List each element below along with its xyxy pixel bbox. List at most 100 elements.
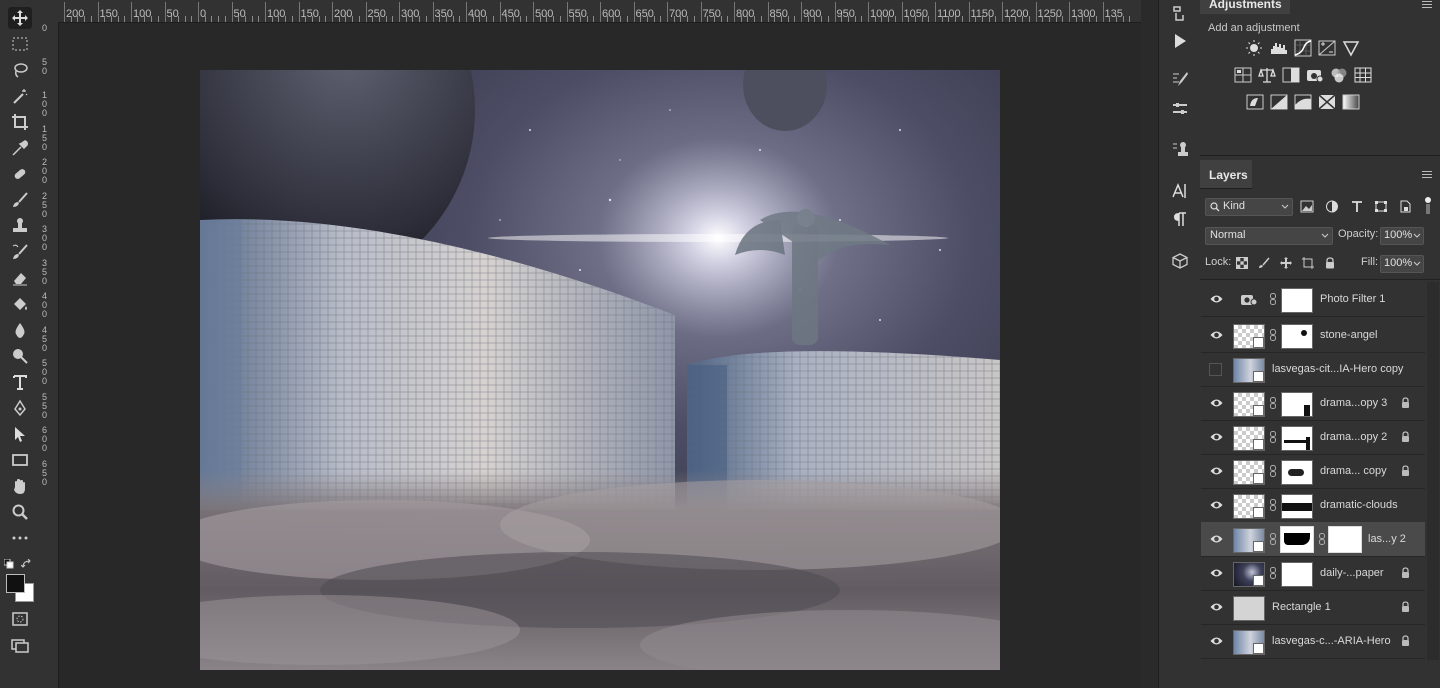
visibility-eye-icon[interactable] bbox=[1210, 499, 1223, 511]
fill-field[interactable]: 100% bbox=[1380, 255, 1424, 273]
layer-thumbnail[interactable] bbox=[1233, 460, 1265, 485]
hand-icon[interactable] bbox=[8, 475, 32, 497]
eraser-icon[interactable] bbox=[8, 267, 32, 289]
history-brush-icon[interactable] bbox=[8, 241, 32, 263]
curves-icon[interactable] bbox=[1294, 39, 1312, 57]
move-icon[interactable] bbox=[8, 7, 32, 29]
filter-adjustment-icon[interactable] bbox=[1325, 200, 1339, 213]
filter-type-icon[interactable] bbox=[1350, 200, 1364, 213]
crop-icon[interactable] bbox=[8, 111, 32, 133]
visibility-toggle-off[interactable] bbox=[1209, 363, 1222, 376]
layer-mask-thumbnail[interactable] bbox=[1281, 460, 1313, 485]
selective-color-icon[interactable] bbox=[1318, 93, 1336, 111]
link-icon[interactable] bbox=[1319, 533, 1325, 545]
layer-thumbnail[interactable] bbox=[1233, 426, 1265, 451]
lock-all-icon[interactable] bbox=[1324, 256, 1336, 269]
layer-mask-thumbnail[interactable] bbox=[1281, 494, 1313, 519]
eyedropper-icon[interactable] bbox=[8, 137, 32, 159]
zoom-icon[interactable] bbox=[8, 501, 32, 523]
paragraph-icon[interactable] bbox=[1169, 208, 1191, 230]
invert-icon[interactable] bbox=[1246, 93, 1264, 111]
link-icon[interactable] bbox=[1270, 533, 1276, 545]
filter-shape-icon[interactable] bbox=[1374, 200, 1388, 213]
blend-mode-select[interactable]: Normal bbox=[1205, 227, 1333, 245]
opacity-field[interactable]: 100% bbox=[1380, 227, 1424, 245]
layers-menu-icon[interactable] bbox=[1422, 171, 1432, 179]
visibility-eye-icon[interactable] bbox=[1210, 635, 1223, 647]
link-icon[interactable] bbox=[1270, 431, 1276, 443]
layer-row[interactable]: Rectangle 1 bbox=[1201, 590, 1425, 625]
properties-icon[interactable] bbox=[1169, 98, 1191, 120]
filter-smart-object-icon[interactable] bbox=[1398, 200, 1412, 213]
chevron-down-icon[interactable] bbox=[1413, 261, 1421, 267]
layer-mask-thumbnail[interactable] bbox=[1280, 526, 1314, 553]
posterize-icon[interactable] bbox=[1270, 93, 1288, 111]
layer-row[interactable]: drama...opy 2 bbox=[1201, 420, 1425, 455]
layer-row[interactable]: daily-...paper bbox=[1201, 556, 1425, 591]
filter-toggle[interactable] bbox=[1424, 196, 1432, 214]
layer-mask-thumbnail[interactable] bbox=[1281, 426, 1313, 451]
brush-icon[interactable] bbox=[8, 189, 32, 211]
quick-mask-icon[interactable] bbox=[8, 608, 32, 630]
dodge-icon[interactable] bbox=[8, 345, 32, 367]
more-tools-icon[interactable] bbox=[8, 527, 32, 549]
link-icon[interactable] bbox=[1270, 329, 1276, 341]
pen-icon[interactable] bbox=[8, 397, 32, 419]
layer-thumbnail[interactable] bbox=[1233, 528, 1265, 553]
color-lookup-icon[interactable] bbox=[1354, 66, 1372, 84]
hue-saturation-icon[interactable] bbox=[1234, 66, 1252, 84]
layer-row[interactable]: lasvegas-cit...IA-Hero copy bbox=[1201, 352, 1425, 387]
lock-image-pixels-icon[interactable] bbox=[1258, 256, 1270, 268]
document-canvas[interactable] bbox=[200, 70, 1000, 670]
photo-filter-icon[interactable] bbox=[1306, 66, 1324, 84]
vector-mask-thumbnail[interactable] bbox=[1328, 526, 1362, 553]
visibility-eye-icon[interactable] bbox=[1210, 601, 1223, 613]
layers-scrollbar[interactable] bbox=[1427, 282, 1439, 660]
healing-brush-icon[interactable] bbox=[8, 163, 32, 185]
lock-artboard-icon[interactable] bbox=[1302, 256, 1314, 269]
layer-thumbnail[interactable] bbox=[1233, 324, 1265, 349]
layer-row[interactable]: stone-angel bbox=[1201, 318, 1425, 353]
play-actions-icon[interactable] bbox=[1169, 30, 1191, 52]
link-icon[interactable] bbox=[1270, 293, 1276, 305]
chevron-down-icon[interactable] bbox=[1413, 233, 1421, 239]
layer-thumbnail[interactable] bbox=[1233, 494, 1265, 519]
type-icon[interactable] bbox=[8, 371, 32, 393]
layer-row-selected[interactable]: las...y 2 bbox=[1201, 522, 1425, 557]
3d-icon[interactable] bbox=[1169, 250, 1191, 272]
layer-row[interactable]: drama... copy bbox=[1201, 454, 1425, 489]
layer-row[interactable]: Photo Filter 1 bbox=[1201, 282, 1425, 317]
gradient-map-icon[interactable] bbox=[1342, 93, 1360, 111]
filter-pixel-icon[interactable] bbox=[1300, 200, 1314, 213]
link-icon[interactable] bbox=[1270, 397, 1276, 409]
visibility-eye-icon[interactable] bbox=[1210, 397, 1223, 409]
swap-colors-icon[interactable] bbox=[20, 556, 33, 568]
lock-transparent-pixels-icon[interactable] bbox=[1236, 256, 1248, 269]
rectangle-icon[interactable] bbox=[8, 449, 32, 471]
layer-thumbnail[interactable] bbox=[1233, 596, 1265, 621]
screen-mode-icon[interactable] bbox=[8, 634, 32, 656]
levels-icon[interactable] bbox=[1270, 39, 1288, 57]
brightness-contrast-icon[interactable] bbox=[1245, 39, 1263, 57]
black-white-icon[interactable] bbox=[1282, 66, 1300, 84]
layer-thumbnail[interactable] bbox=[1233, 358, 1265, 383]
link-icon[interactable] bbox=[1270, 499, 1276, 511]
clone-source-icon[interactable] bbox=[1169, 138, 1191, 160]
visibility-eye-icon[interactable] bbox=[1210, 329, 1223, 341]
layer-mask-thumbnail[interactable] bbox=[1281, 392, 1313, 417]
layer-mask-thumbnail[interactable] bbox=[1281, 288, 1313, 313]
filter-kind-select[interactable]: Kind bbox=[1205, 198, 1293, 216]
layer-thumbnail[interactable] bbox=[1233, 562, 1265, 587]
character-icon[interactable] bbox=[1169, 180, 1191, 202]
layer-mask-thumbnail[interactable] bbox=[1281, 324, 1313, 349]
lasso-icon[interactable] bbox=[8, 59, 32, 81]
layer-row[interactable]: dramatic-clouds bbox=[1201, 488, 1425, 523]
vibrance-icon[interactable] bbox=[1342, 39, 1360, 57]
lock-position-icon[interactable] bbox=[1280, 256, 1292, 269]
rectangular-marquee-icon[interactable] bbox=[8, 33, 32, 55]
link-icon[interactable] bbox=[1270, 465, 1276, 477]
layer-thumbnail[interactable] bbox=[1233, 630, 1265, 655]
visibility-eye-icon[interactable] bbox=[1210, 533, 1223, 545]
default-colors-icon[interactable] bbox=[3, 556, 14, 569]
layer-row[interactable]: lasvegas-c...-ARIA-Hero bbox=[1201, 624, 1425, 659]
